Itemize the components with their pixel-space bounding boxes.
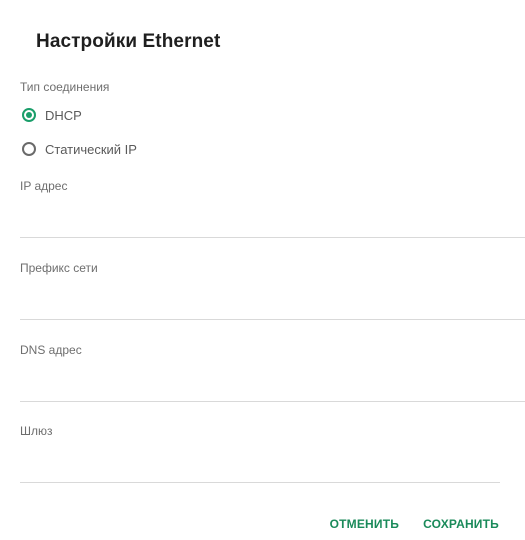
network-prefix-field: Префикс сети <box>20 261 525 320</box>
radio-label-dhcp: DHCP <box>45 107 82 123</box>
dns-address-field: DNS адрес <box>20 343 525 402</box>
gateway-input[interactable] <box>20 459 500 483</box>
network-prefix-label: Префикс сети <box>20 261 98 275</box>
ip-address-input[interactable] <box>20 214 525 238</box>
ip-address-label: IP адрес <box>20 179 68 193</box>
gateway-label: Шлюз <box>20 424 53 438</box>
connection-type-label: Тип соединения <box>20 80 110 94</box>
dns-address-input[interactable] <box>20 378 525 402</box>
radio-label-static-ip: Статический IP <box>45 141 137 157</box>
dialog-actions: ОТМЕНИТЬ СОХРАНИТЬ <box>330 517 499 531</box>
radio-option-dhcp[interactable]: DHCP <box>22 105 82 125</box>
ethernet-settings-dialog: Настройки Ethernet Тип соединения DHCP С… <box>0 0 525 540</box>
network-prefix-input[interactable] <box>20 296 525 320</box>
radio-option-static-ip[interactable]: Статический IP <box>22 139 137 159</box>
radio-checked-icon[interactable] <box>22 108 36 122</box>
save-button[interactable]: СОХРАНИТЬ <box>423 517 499 531</box>
dialog-title: Настройки Ethernet <box>36 31 221 52</box>
ip-address-field: IP адрес <box>20 179 525 238</box>
gateway-field: Шлюз <box>20 424 525 483</box>
radio-unchecked-icon[interactable] <box>22 142 36 156</box>
cancel-button[interactable]: ОТМЕНИТЬ <box>330 517 400 531</box>
dns-address-label: DNS адрес <box>20 343 82 357</box>
